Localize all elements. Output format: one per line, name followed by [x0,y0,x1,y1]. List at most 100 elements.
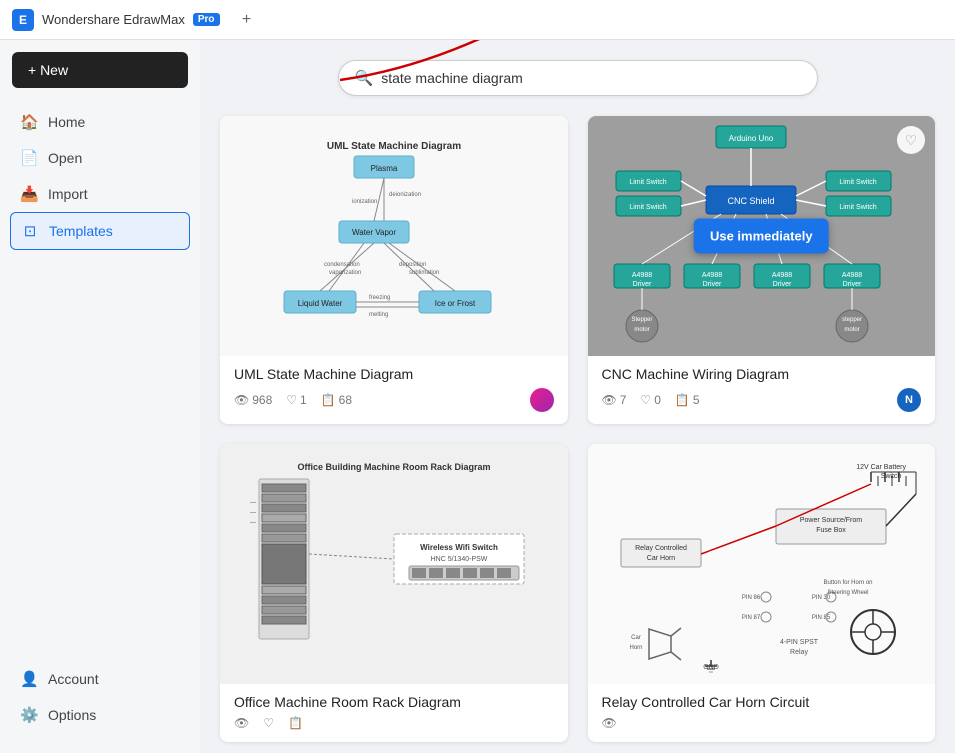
svg-text:Liquid Water: Liquid Water [297,299,342,308]
template-card-uml-title: UML State Machine Diagram [234,366,554,382]
template-card-cnc-info: CNC Machine Wiring Diagram 👁 7 ♡ 0 📋 5 [588,356,936,424]
content-area: 🔍 [200,40,955,753]
import-icon: 📥 [20,185,38,203]
svg-text:deionization: deionization [389,192,421,198]
svg-text:Limit Switch: Limit Switch [630,204,667,211]
template-card-uml[interactable]: UML State Machine Diagram Plasma Water V… [220,116,568,424]
heart-icon: ♡ [263,716,274,730]
heart-icon: ♡ [640,393,651,407]
template-card-office-info: Office Machine Room Rack Diagram 👁 ♡ 📋 [220,684,568,742]
office-likes-stat: ♡ [263,716,274,730]
copy-icon: 📋 [321,393,336,407]
svg-text:melting: melting [369,312,388,318]
search-section: 🔍 [220,60,935,96]
search-icon: 🔍 [355,69,374,87]
template-card-cnc-stats: 👁 7 ♡ 0 📋 5 N [602,388,922,412]
sidebar-item-account-label: Account [48,671,99,687]
template-card-relay-stats: 👁 [602,716,922,730]
svg-text:UML State Machine Diagram: UML State Machine Diagram [327,141,461,152]
svg-text:HNC 5/1340-PSW: HNC 5/1340-PSW [430,556,487,563]
template-card-office-image: Office Building Machine Room Rack Diagra… [220,444,568,684]
svg-text:Relay Controlled: Relay Controlled [635,545,687,552]
svg-text:Steering Wheel: Steering Wheel [828,590,869,596]
svg-text:A4988: A4988 [632,272,652,279]
svg-text:sublimation: sublimation [409,270,439,276]
templates-icon: ⊡ [21,222,39,240]
svg-text:freezing: freezing [369,295,390,301]
svg-text:Driver: Driver [633,281,652,288]
svg-text:Arduino Uno: Arduino Uno [729,134,774,143]
template-card-cnc[interactable]: Arduino Uno CNC Shield Limit Switch Limi… [588,116,936,424]
svg-text:Relay: Relay [790,649,808,656]
template-grid: UML State Machine Diagram Plasma Water V… [220,116,935,742]
search-bar-container: 🔍 [220,60,935,96]
sidebar-item-home[interactable]: 🏠 Home [0,104,200,140]
sidebar-item-import[interactable]: 📥 Import [0,176,200,212]
svg-text:Driver: Driver [773,281,792,288]
svg-text:Driver: Driver [843,281,862,288]
cnc-avatar: N [897,388,921,412]
svg-text:A4988: A4988 [772,272,792,279]
office-copies-stat: 📋 [288,716,303,730]
new-button[interactable]: + New [12,52,188,88]
account-icon: 👤 [20,670,38,688]
svg-text:PIN 85: PIN 85 [812,615,831,621]
svg-text:CNC Shield: CNC Shield [728,196,775,206]
svg-text:PIN 86: PIN 86 [742,595,761,601]
cnc-copies-stat: 📋 5 [675,393,700,407]
svg-text:A4988: A4988 [702,272,722,279]
options-icon: ⚙️ [20,706,38,724]
uml-views-stat: 👁 968 [234,393,272,407]
svg-text:PIN 87: PIN 87 [742,615,761,621]
template-card-office[interactable]: Office Building Machine Room Rack Diagra… [220,444,568,742]
sidebar-item-options-label: Options [48,707,96,723]
eye-icon: 👁 [234,716,249,730]
eye-icon: 👁 [234,393,249,407]
sidebar-item-account[interactable]: 👤 Account [0,661,200,697]
svg-text:Horn: Horn [630,645,643,651]
cnc-heart-button[interactable]: ♡ [897,126,925,154]
svg-text:ionization: ionization [352,199,377,205]
sidebar-item-import-label: Import [48,186,88,202]
template-card-relay-image: Switch 12V Car Battery Power So [588,444,936,684]
relay-diagram-svg: Switch 12V Car Battery Power So [601,454,921,674]
office-views-stat: 👁 [234,716,249,730]
template-card-office-title: Office Machine Room Rack Diagram [234,694,554,710]
svg-text:Power Source/From: Power Source/From [800,517,862,524]
template-card-cnc-image: Arduino Uno CNC Shield Limit Switch Limi… [588,116,936,356]
svg-text:condensation: condensation [324,262,360,268]
svg-text:Fuse Box: Fuse Box [816,527,846,534]
eye-icon: 👁 [602,393,617,407]
uml-copies-stat: 📋 68 [321,393,352,407]
new-tab-button[interactable]: + [236,9,258,31]
office-diagram-svg: Office Building Machine Room Rack Diagra… [234,454,554,674]
sidebar-item-templates[interactable]: ⊡ Templates [10,212,190,250]
app-name: Wondershare EdrawMax [42,12,185,27]
cnc-likes-stat: ♡ 0 [640,393,660,407]
svg-text:12V Car Battery: 12V Car Battery [856,464,906,471]
sidebar-item-open-label: Open [48,150,82,166]
svg-text:Water Vapor: Water Vapor [352,228,396,237]
svg-text:Ice or Frost: Ice or Frost [435,299,476,308]
search-input[interactable] [381,70,800,86]
template-card-relay-title: Relay Controlled Car Horn Circuit [602,694,922,710]
heart-icon: ♡ [286,393,297,407]
sidebar-item-options[interactable]: ⚙️ Options [0,697,200,733]
svg-text:—: — [250,510,256,516]
template-card-relay[interactable]: Switch 12V Car Battery Power So [588,444,936,742]
svg-text:Car: Car [631,635,641,641]
title-bar: E Wondershare EdrawMax Pro + [0,0,955,40]
sidebar-item-open[interactable]: 📄 Open [0,140,200,176]
svg-text:vaporization: vaporization [329,270,361,276]
template-card-uml-image: UML State Machine Diagram Plasma Water V… [220,116,568,356]
sidebar-item-templates-label: Templates [49,223,113,239]
uml-avatar [530,388,554,412]
eye-icon: 👁 [602,716,617,730]
copy-icon: 📋 [288,716,303,730]
use-immediately-button[interactable]: Use immediately [694,219,829,254]
svg-text:Limit Switch: Limit Switch [840,204,877,211]
cnc-views-stat: 👁 7 [602,393,627,407]
template-card-uml-stats: 👁 968 ♡ 1 📋 68 [234,388,554,412]
home-icon: 🏠 [20,113,38,131]
search-bar: 🔍 [338,60,818,96]
